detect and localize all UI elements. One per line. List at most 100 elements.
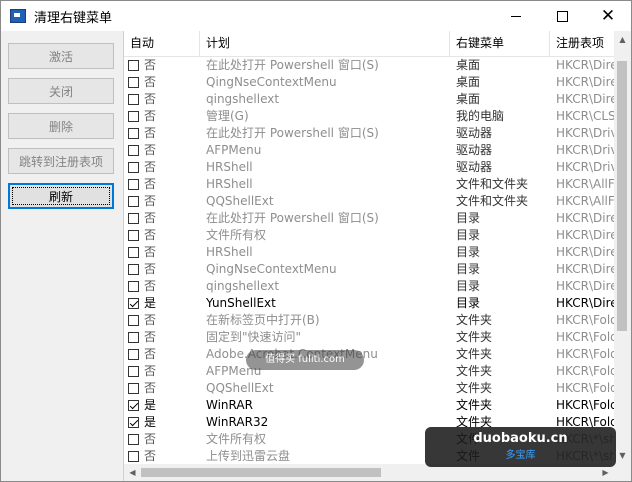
auto-cell: 否	[128, 278, 198, 295]
row-checkbox[interactable]	[128, 94, 139, 105]
title-bar[interactable]: 清理右键菜单 ✕	[1, 1, 631, 31]
row-checkbox[interactable]	[128, 230, 139, 241]
menu-cell: 文件夹	[456, 330, 493, 344]
scroll-left-icon[interactable]: ◀	[124, 464, 141, 481]
refresh-button[interactable]: 刷新	[8, 183, 114, 209]
auto-cell: 否	[128, 74, 198, 91]
registry-cell: HKCR\Directo	[556, 211, 616, 225]
plan-cell: 在此处打开 Powershell 窗口(S)	[206, 211, 379, 225]
row-checkbox[interactable]	[128, 349, 139, 360]
horizontal-scroll-thumb[interactable]	[141, 468, 381, 477]
goto-registry-button[interactable]: 跳转到注册表项	[8, 148, 114, 174]
table-row[interactable]: 否 QingNseContextMenu 桌面 HKCR\Directo	[124, 74, 616, 91]
plan-cell: 固定到"快速访问"	[206, 330, 302, 344]
row-checkbox[interactable]	[128, 434, 139, 445]
table-row[interactable]: 是 WinRAR 文件夹 HKCR\Folder	[124, 397, 616, 414]
maximize-button[interactable]	[539, 1, 585, 31]
scroll-up-icon[interactable]: ▲	[614, 31, 631, 48]
scroll-down-icon[interactable]: ▼	[614, 447, 631, 464]
column-header-menu[interactable]: 右键菜单	[450, 31, 550, 56]
menu-cell: 我的电脑	[456, 109, 505, 123]
menu-cell: 桌面	[456, 58, 481, 72]
table-row[interactable]: 否 QQShellExt 文件夹 HKCR\Folder	[124, 380, 616, 397]
auto-cell: 否	[128, 108, 198, 125]
row-checkbox[interactable]	[128, 315, 139, 326]
auto-cell: 否	[128, 431, 198, 448]
auto-value: 否	[144, 75, 157, 89]
auto-value: 是	[144, 296, 157, 310]
table-row[interactable]: 否 HRShell 驱动器 HKCR\Drive\	[124, 159, 616, 176]
table-row[interactable]: 否 qingshellext 目录 HKCR\Directo	[124, 278, 616, 295]
row-checkbox[interactable]	[128, 145, 139, 156]
row-checkbox[interactable]	[128, 298, 139, 309]
vertical-scrollbar[interactable]: ▲ ▼	[614, 31, 631, 464]
table-row[interactable]: 否Adobe.Acrobat.ContextMenu文件夹HKCR\Folder	[124, 346, 616, 363]
row-checkbox[interactable]	[128, 366, 139, 377]
vertical-scroll-thumb[interactable]	[617, 61, 627, 331]
registry-cell: HKCR\Drive\	[556, 160, 616, 174]
column-header-auto[interactable]: 自动	[124, 31, 200, 56]
row-checkbox[interactable]	[128, 247, 139, 258]
menu-cell: 目录	[456, 211, 481, 225]
auto-cell: 否	[128, 346, 198, 363]
auto-value: 否	[144, 347, 157, 361]
row-checkbox[interactable]	[128, 400, 139, 411]
row-checkbox[interactable]	[128, 451, 139, 462]
auto-value: 否	[144, 194, 157, 208]
plan-cell: 管理(G)	[206, 109, 249, 123]
table-row[interactable]: 否 AFPMenu 驱动器 HKCR\Drive\	[124, 142, 616, 159]
plan-cell: 文件所有权	[206, 228, 267, 242]
row-checkbox[interactable]	[128, 60, 139, 71]
table-row[interactable]: 否 文件所有权 目录 HKCR\Directo	[124, 227, 616, 244]
table-row[interactable]: 否 固定到"快速访问" 文件夹 HKCR\Folder	[124, 329, 616, 346]
plan-cell: qingshellext	[206, 279, 280, 293]
table-row[interactable]: 否AFPMenu文件夹HKCR\Folder	[124, 363, 616, 380]
table-row[interactable]: 否 QingNseContextMenu 目录 HKCR\Directo	[124, 261, 616, 278]
row-checkbox[interactable]	[128, 77, 139, 88]
row-checkbox[interactable]	[128, 383, 139, 394]
close-button[interactable]: ✕	[585, 1, 631, 31]
auto-cell: 否	[128, 261, 198, 278]
row-checkbox[interactable]	[128, 196, 139, 207]
row-checkbox[interactable]	[128, 128, 139, 139]
table-row[interactable]: 否 qingshellext 桌面 HKCR\Directo	[124, 91, 616, 108]
auto-cell: 否	[128, 193, 198, 210]
auto-value: 否	[144, 432, 157, 446]
registry-cell: HKCR\Directo	[556, 245, 616, 259]
table-row[interactable]: 否 在新标签页中打开(B) 文件夹 HKCR\Folder	[124, 312, 616, 329]
row-checkbox[interactable]	[128, 264, 139, 275]
row-checkbox[interactable]	[128, 111, 139, 122]
table-row[interactable]: 否 在此处打开 Powershell 窗口(S) 桌面 HKCR\Directo	[124, 57, 616, 74]
disable-button[interactable]: 关闭	[8, 78, 114, 104]
row-checkbox[interactable]	[128, 162, 139, 173]
column-header-registry[interactable]: 注册表项	[550, 31, 620, 56]
auto-cell: 否	[128, 176, 198, 193]
table-row[interactable]: 否 在此处打开 Powershell 窗口(S) 目录 HKCR\Directo	[124, 210, 616, 227]
minimize-button[interactable]	[493, 1, 539, 31]
table-row[interactable]: 否 管理(G) 我的电脑 HKCR\CLSID	[124, 108, 616, 125]
context-menu-list[interactable]: 自动 计划 右键菜单 注册表项 否在此处打开 Powershell 窗口(S) 桌…	[123, 31, 631, 481]
auto-cell: 否	[128, 227, 198, 244]
table-row[interactable]: 是 YunShellExt 目录 HKCR\Directo	[124, 295, 616, 312]
activate-button[interactable]: 激活	[8, 43, 114, 69]
registry-cell: HKCR\Directo	[556, 228, 616, 242]
auto-value: 否	[144, 143, 157, 157]
watermark-domain: duobaoku.cn	[473, 431, 568, 446]
registry-cell: HKCR\Drive\	[556, 143, 616, 157]
row-checkbox[interactable]	[128, 332, 139, 343]
table-row[interactable]: 否 QQShellExt 文件和文件夹 HKCR\AllFiles	[124, 193, 616, 210]
table-row[interactable]: 否 HRShell 文件和文件夹 HKCR\AllFiles	[124, 176, 616, 193]
delete-button[interactable]: 删除	[8, 113, 114, 139]
plan-cell: QQShellExt	[206, 381, 274, 395]
column-header-plan[interactable]: 计划	[200, 31, 450, 56]
row-checkbox[interactable]	[128, 179, 139, 190]
auto-cell: 否	[128, 363, 198, 380]
row-checkbox[interactable]	[128, 417, 139, 428]
menu-cell: 目录	[456, 296, 481, 310]
table-row[interactable]: 否 在此处打开 Powershell 窗口(S) 驱动器 HKCR\Drive\	[124, 125, 616, 142]
row-checkbox[interactable]	[128, 213, 139, 224]
table-row[interactable]: 否 HRShell 目录 HKCR\Directo	[124, 244, 616, 261]
row-checkbox[interactable]	[128, 281, 139, 292]
window-title: 清理右键菜单	[34, 10, 113, 26]
menu-cell: 文件和文件夹	[456, 177, 529, 191]
